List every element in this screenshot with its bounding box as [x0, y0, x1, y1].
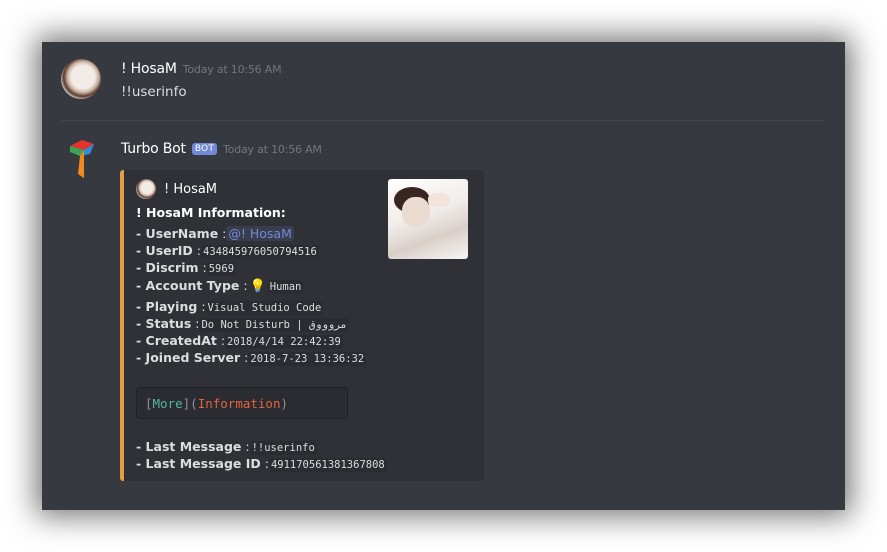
field-value: !!userinfo — [249, 441, 317, 455]
thumbnail-face — [402, 197, 430, 227]
field-value: 2018/4/14 22:42:39 — [225, 335, 343, 349]
field-account-type: - Account Type : 💡 Human — [136, 278, 304, 294]
field-value: Visual Studio Code — [205, 301, 324, 315]
embed-author: ! HosaM — [136, 179, 217, 199]
field-value: 434845976050794516 — [201, 245, 319, 259]
field-separator: : — [243, 278, 248, 293]
message-content: !!userinfo — [121, 84, 187, 100]
codeblock-bracket: ]( — [182, 395, 198, 411]
codeblock-bracket: [ — [145, 395, 153, 411]
userinfo-embed: ! HosaM ! HosaM Information: - UserName … — [120, 170, 484, 481]
message-timestamp: Today at 10:56 AM — [182, 63, 282, 76]
field-value: Human — [267, 280, 304, 294]
field-status: - Status : Do Not Disturb | مروووق — [136, 316, 349, 332]
field-userid: - UserID :434845976050794516 — [136, 243, 319, 259]
embed-title: ! HosaM Information: — [136, 205, 286, 220]
lightbulb-icon: 💡 — [249, 279, 266, 294]
field-label: - Last Message ID — [136, 456, 261, 471]
bot-author[interactable]: Turbo Bot — [121, 141, 186, 157]
field-label: - Playing — [136, 299, 198, 314]
field-last-message: - Last Message : !!userinfo — [136, 439, 317, 455]
field-separator: : — [201, 299, 206, 314]
field-label: - CreatedAt — [136, 333, 217, 348]
field-value: 2018-7-23 13:36:32 — [248, 352, 367, 366]
field-label: - Last Message — [136, 439, 242, 454]
bot-tag: BOT — [191, 143, 218, 155]
field-joined-server: - Joined Server :2018-7-23 13:36:32 — [136, 350, 367, 366]
user-avatar[interactable] — [61, 59, 101, 99]
field-separator: : — [245, 439, 250, 454]
bot-timestamp: Today at 10:56 AM — [223, 143, 322, 156]
embed-thumbnail[interactable] — [388, 179, 468, 259]
message-author[interactable]: ! HosaM — [121, 61, 177, 77]
turbo-logo-icon[interactable] — [66, 138, 96, 180]
field-value: 491170561381367808 — [268, 458, 387, 472]
codeblock-bracket: ) — [280, 395, 289, 411]
chat-window: ! HosaM Today at 10:56 AM !!userinfo Turb… — [42, 42, 845, 510]
field-last-message-id: - Last Message ID :491170561381367808 — [136, 456, 387, 472]
field-created-at: - CreatedAt :2018/4/14 22:42:39 — [136, 333, 343, 349]
field-label: - Status — [136, 316, 192, 331]
thumbnail-hand — [428, 193, 450, 207]
field-label: - UserID — [136, 243, 193, 258]
codeblock-information: Information — [197, 395, 281, 411]
field-playing: - Playing : Visual Studio Code — [136, 299, 324, 315]
more-information-codeblock: [More](Information) — [136, 387, 348, 419]
embed-author-avatar — [136, 179, 156, 199]
field-label: - Joined Server — [136, 350, 241, 365]
field-label: - Account Type — [136, 278, 240, 293]
user-mention[interactable]: @! HosaM — [226, 226, 294, 241]
field-value: Do Not Disturb | مروووق — [199, 318, 349, 332]
embed-author-name: ! HosaM — [164, 181, 218, 197]
field-label: - UserName — [136, 226, 219, 241]
field-discrim: - Discrim :5969 — [136, 260, 237, 276]
field-username: - UserName : @! HosaM — [136, 226, 294, 241]
field-value: 5969 — [206, 262, 237, 276]
field-label: - Discrim — [136, 260, 199, 275]
codeblock-more: More — [152, 395, 183, 411]
message-divider — [61, 120, 825, 121]
